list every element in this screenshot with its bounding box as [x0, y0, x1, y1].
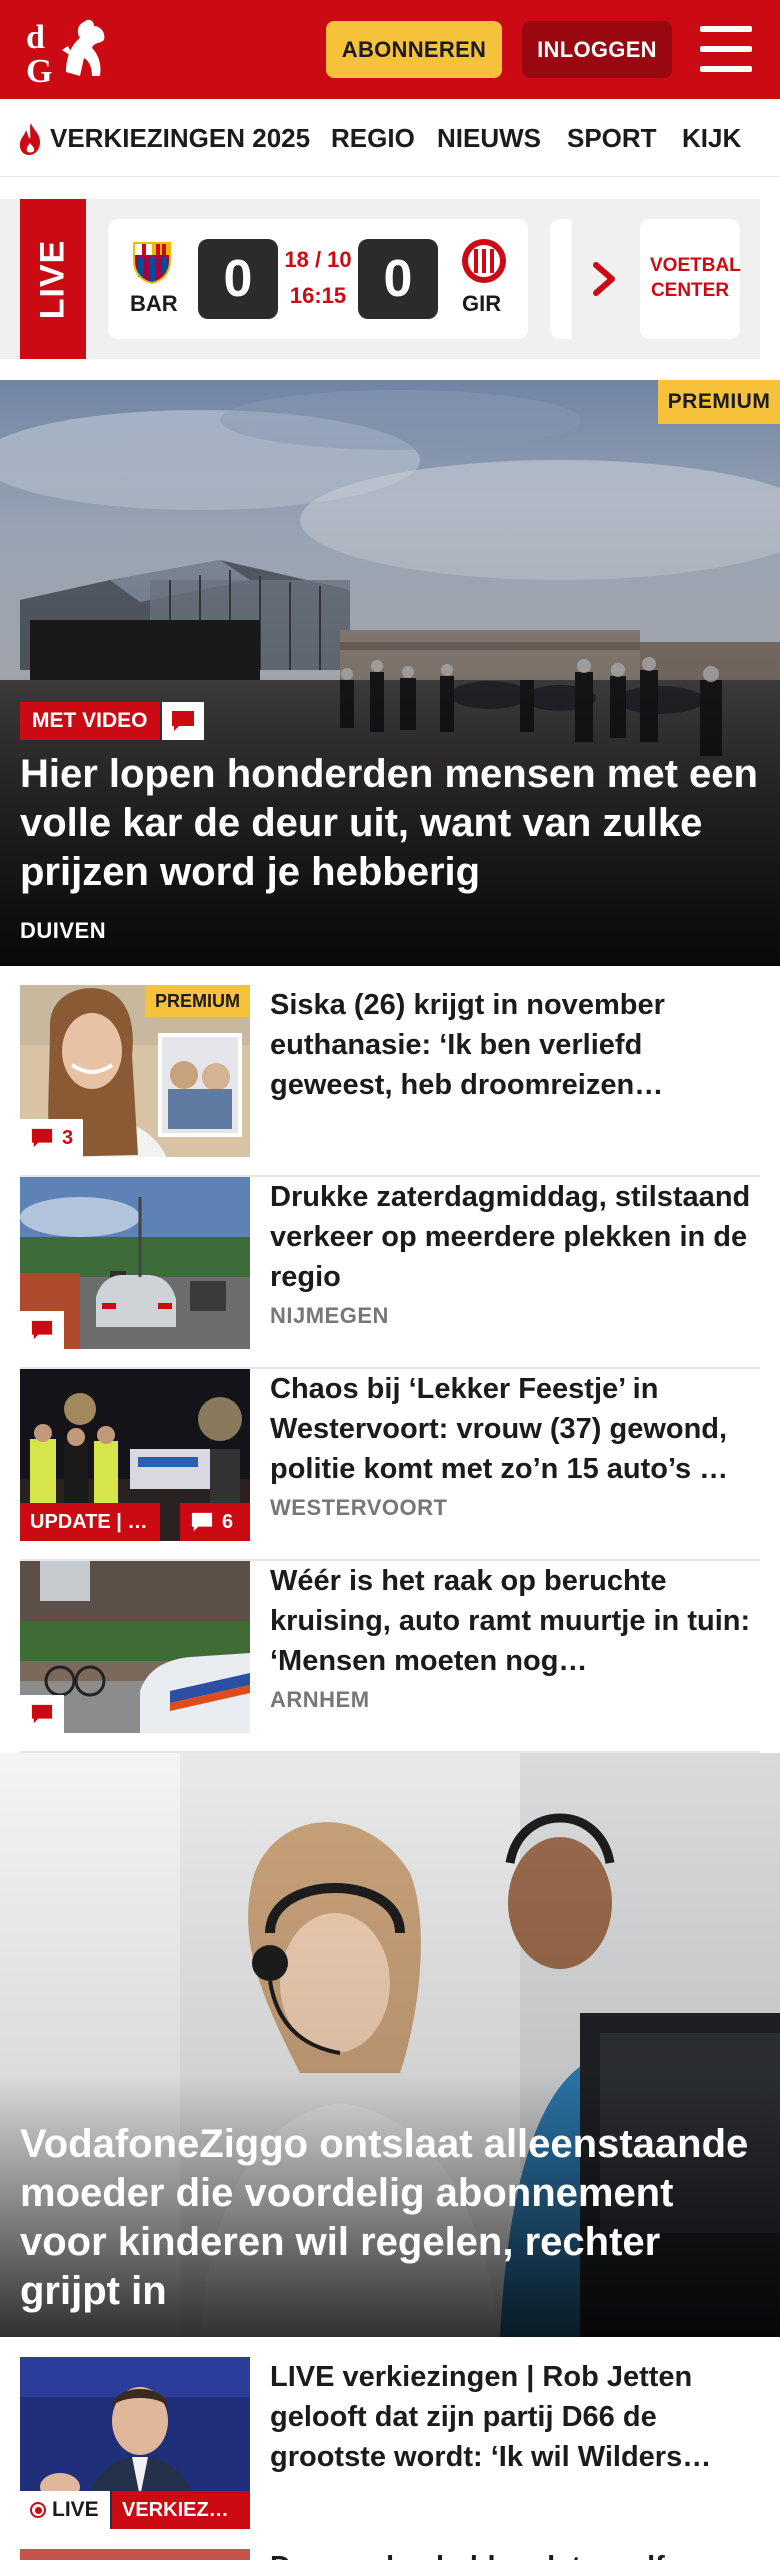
article-title[interactable]: LIVE verkiezingen | Rob Jetten gelooft d…	[270, 2357, 760, 2477]
article-title[interactable]: Wéér is het raak op beruchte kruising, a…	[270, 1561, 760, 1681]
login-button[interactable]: INLOGGEN	[522, 21, 672, 78]
article-thumbnail-partial	[20, 2549, 250, 2560]
live-scores-bar: LIVE BAR 0 18 / 10 16:15 0 GIR VOETBAL C…	[0, 199, 760, 359]
article-thumbnail: LIVE VERKIEZ…	[20, 2357, 250, 2529]
article-thumbnail	[20, 1177, 250, 1349]
match-time: 16:15	[289, 283, 347, 308]
verkiezingen-tag: VERKIEZ…	[112, 2491, 250, 2529]
comment-icon	[31, 1128, 53, 1148]
voetbal-center-link[interactable]: VOETBAL CENTER	[640, 219, 741, 339]
menu-icon[interactable]	[700, 26, 752, 72]
article-title-partial[interactable]: De paarden hebben later zelf...	[270, 2547, 760, 2560]
svg-text:G: G	[26, 53, 52, 86]
subscribe-button[interactable]: ABONNEREN	[326, 21, 502, 78]
article-place: WESTERVOORT	[270, 1495, 448, 1520]
comment-icon	[31, 1320, 53, 1340]
premium-badge: PREMIUM	[145, 985, 250, 1017]
match-date: 18 / 10	[284, 247, 352, 272]
comment-icon	[191, 1512, 213, 1532]
hero-place: DUIVEN	[20, 918, 107, 943]
article-title[interactable]: Siska (26) krijgt in november euthanasie…	[270, 985, 760, 1105]
away-score: 0	[358, 239, 438, 319]
list-item[interactable]: LIVE VERKIEZ… LIVE verkiezingen | Rob Je…	[20, 2357, 760, 2560]
article-title[interactable]: Drukke zaterdagmiddag, stilstaand verkee…	[270, 1177, 760, 1297]
chevron-right-icon[interactable]	[590, 259, 620, 299]
barcelona-crest-icon	[133, 242, 171, 285]
comment-count	[20, 1695, 64, 1733]
nav-item-nieuws[interactable]: NIEUWS	[437, 123, 541, 154]
svg-text:d: d	[26, 19, 45, 56]
article-title[interactable]: Chaos bij ‘Lekker Feestje’ in Westervoor…	[270, 1369, 760, 1489]
article-place: NIJMEGEN	[270, 1303, 389, 1328]
list-item[interactable]: UPDATE | … 6 Chaos bij ‘Lekker Feestje’ …	[20, 1369, 760, 1561]
girona-crest-icon	[462, 239, 506, 283]
nav-item-kijk[interactable]: KIJK	[682, 123, 741, 154]
article-thumbnail	[20, 1561, 250, 1733]
list-item[interactable]: Drukke zaterdagmiddag, stilstaand verkee…	[20, 1177, 760, 1369]
hero-title[interactable]: Hier lopen honderden mensen met een voll…	[20, 750, 760, 897]
article-place: ARNHEM	[270, 1687, 370, 1712]
nav-item-sport[interactable]: SPORT	[567, 123, 657, 154]
list-item[interactable]: Wéér is het raak op beruchte kruising, a…	[20, 1561, 760, 1753]
flame-icon	[19, 123, 40, 155]
match-card[interactable]: BAR 0 18 / 10 16:15 0 GIR	[108, 219, 528, 339]
article-thumbnail: PREMIUM 3	[20, 985, 250, 1157]
site-logo[interactable]: d G	[22, 14, 114, 86]
comment-count: 3	[20, 1119, 84, 1157]
page: d G ABONNEREN INLOGGEN VERKIEZINGEN 2025…	[0, 0, 780, 2560]
update-tag: UPDATE | …	[20, 1503, 160, 1541]
comment-count: 6	[180, 1503, 250, 1541]
video-tag: MET VIDEO	[20, 702, 160, 740]
live-badge: LIVE	[20, 2491, 110, 2529]
comment-icon	[31, 1704, 53, 1724]
next-match-card[interactable]	[550, 219, 572, 339]
list-item[interactable]: PREMIUM 3 Siska (26) krijgt in november …	[20, 985, 760, 1177]
top-bar: d G ABONNEREN INLOGGEN	[0, 0, 780, 99]
article-thumbnail: UPDATE | … 6	[20, 1369, 250, 1541]
live-dot-icon	[30, 2502, 46, 2518]
nav-item-regio[interactable]: REGIO	[331, 123, 415, 154]
main-nav: VERKIEZINGEN 2025 REGIO NIEUWS SPORT KIJ…	[0, 99, 780, 177]
live-label: LIVE	[20, 199, 86, 359]
hero2-title[interactable]: VodafoneZiggo ontslaat alleenstaan­de mo…	[20, 2120, 765, 2316]
home-team: BAR	[130, 291, 178, 316]
comment-icon	[162, 702, 204, 740]
nav-item-verkiezingen[interactable]: VERKIEZINGEN 2025	[50, 123, 310, 154]
home-score: 0	[198, 239, 278, 319]
away-team: GIR	[462, 291, 502, 316]
premium-badge: PREMIUM	[658, 380, 780, 424]
comment-count	[20, 1311, 64, 1349]
